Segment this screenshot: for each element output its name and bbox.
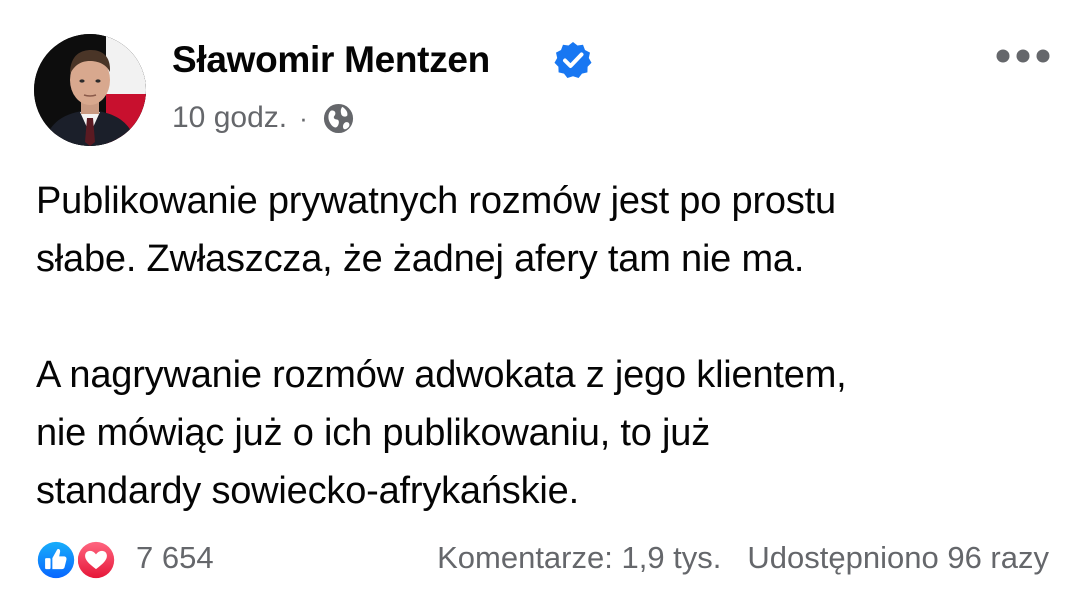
love-icon (74, 538, 118, 582)
author-name[interactable]: Sławomir Mentzen (172, 36, 490, 84)
meta-separator: · (299, 102, 308, 133)
avatar-image (34, 34, 146, 146)
post-footer: 7 654 Komentarze: 1,9 tys. Udostępniono … (34, 532, 1049, 584)
verified-badge-icon (554, 42, 592, 78)
reaction-icons[interactable] (34, 535, 126, 582)
more-options-icon[interactable] (996, 46, 1050, 66)
post-text-line: standardy sowiecko-afrykańskie. (36, 470, 579, 512)
footer-stats: Komentarze: 1,9 tys. Udostępniono 96 raz… (437, 540, 1049, 576)
shares-count-link[interactable]: Udostępniono 96 razy (747, 540, 1049, 576)
post-text-line: Publikowanie prywatnych rozmów jest po p… (36, 180, 836, 222)
reaction-count[interactable]: 7 654 (136, 540, 214, 576)
post-body: Publikowanie prywatnych rozmów jest po p… (36, 172, 1056, 520)
post-text-line: A nagrywanie rozmów adwokata z jego klie… (36, 354, 847, 396)
post-text-line: nie mówiąc już o ich publikowaniu, to ju… (36, 412, 711, 454)
facebook-post: Sławomir Mentzen 10 godz. · Publikowanie… (0, 0, 1079, 615)
author-avatar[interactable] (34, 34, 146, 146)
globe-icon[interactable] (322, 102, 355, 135)
post-meta: 10 godz. · (172, 96, 355, 140)
post-text-line: słabe. Zwłaszcza, że żadnej afery tam ni… (36, 238, 805, 280)
like-icon (34, 538, 78, 582)
post-timestamp[interactable]: 10 godz. (172, 101, 287, 135)
comments-count-link[interactable]: Komentarze: 1,9 tys. (437, 540, 721, 576)
